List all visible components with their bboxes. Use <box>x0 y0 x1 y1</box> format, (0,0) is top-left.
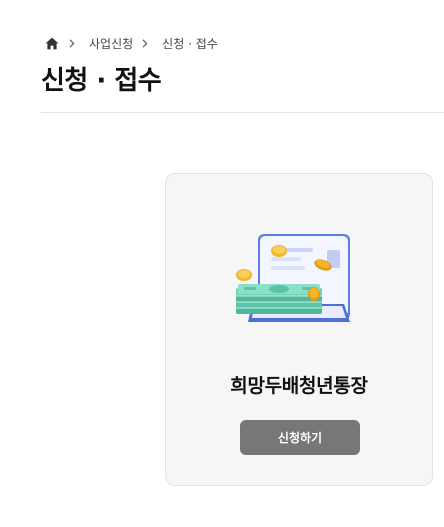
program-title: 희망두배청년통장 <box>230 375 368 397</box>
program-card: 희망두배청년통장 신청하기 <box>165 173 433 486</box>
apply-button[interactable]: 신청하기 <box>240 420 360 455</box>
breadcrumb-item-current[interactable]: 신청 · 접수 <box>162 35 218 52</box>
breadcrumb: 사업신청 신청 · 접수 <box>44 34 218 52</box>
page-title: 신청 · 접수 <box>41 66 162 96</box>
chevron-right-icon <box>69 38 79 48</box>
title-divider <box>41 112 444 113</box>
chevron-right-icon <box>142 38 152 48</box>
money-wallet-illustration <box>236 234 350 322</box>
breadcrumb-item-business-application[interactable]: 사업신청 <box>89 35 133 52</box>
home-icon[interactable] <box>44 35 60 51</box>
